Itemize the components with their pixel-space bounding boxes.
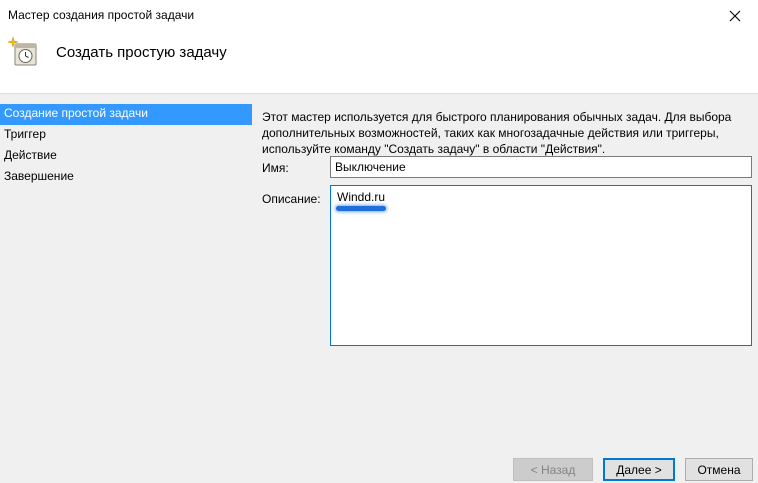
task-scheduler-icon <box>7 36 37 66</box>
wizard-steps: Создание простой задачи Триггер Действие… <box>0 104 252 188</box>
step-action[interactable]: Действие <box>0 146 252 167</box>
description-label: Описание: <box>262 192 321 206</box>
page-title: Создать простую задачу <box>56 44 227 61</box>
close-button[interactable] <box>712 0 758 31</box>
intro-line: Этот мастер используется для быстрого пл… <box>262 110 732 124</box>
step-create-basic-task[interactable]: Создание простой задачи <box>0 104 252 125</box>
step-trigger[interactable]: Триггер <box>0 125 252 146</box>
back-button[interactable]: < Назад <box>513 458 593 481</box>
intro-line: дополнительных возможностей, таких как м… <box>262 126 719 140</box>
intro-text: Этот мастер используется для быстрого пл… <box>262 109 752 157</box>
name-field[interactable] <box>330 156 752 178</box>
cancel-button[interactable]: Отмена <box>685 458 753 481</box>
name-label: Имя: <box>262 161 289 175</box>
highlight-underline <box>336 206 386 211</box>
next-button[interactable]: Далее > <box>603 458 675 481</box>
wizard-header: Создать простую задачу <box>0 31 758 94</box>
intro-line: используйте команду "Создать задачу" в о… <box>262 142 606 156</box>
description-field[interactable]: Windd.ru <box>330 185 752 346</box>
window-title: Мастер создания простой задачи <box>8 8 195 22</box>
title-bar: Мастер создания простой задачи <box>0 0 758 31</box>
close-icon <box>729 10 741 21</box>
step-finish[interactable]: Завершение <box>0 167 252 188</box>
